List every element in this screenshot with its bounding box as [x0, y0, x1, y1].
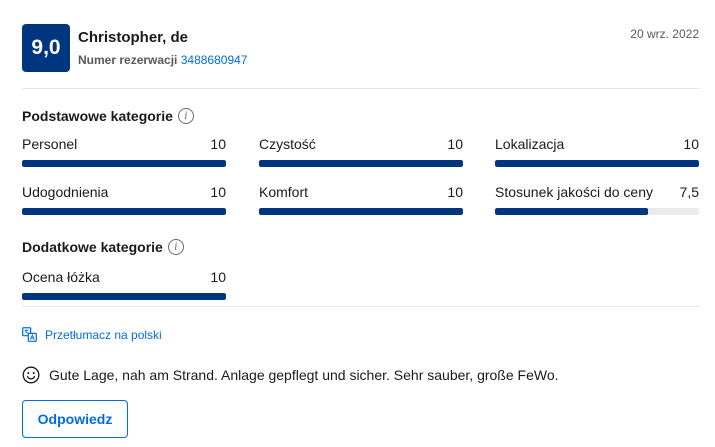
category-personel: Personel 10 [22, 136, 226, 167]
category-label: Lokalizacja [495, 136, 565, 152]
score-bar [259, 208, 463, 215]
category-label: Personel [22, 136, 78, 152]
category-udogodnienia: Udogodnienia 10 [22, 184, 226, 215]
category-stosunek-jakosci: Stosunek jakości do ceny 7,5 [495, 184, 699, 215]
booking-line: Numer rezerwacji 3488680947 [78, 53, 247, 67]
category-score: 10 [210, 269, 226, 285]
score-bar [259, 160, 463, 167]
smile-icon [22, 366, 40, 384]
translate-link[interactable]: Przetłumacz na polski [22, 327, 162, 342]
score-bar [22, 160, 226, 167]
info-icon[interactable]: i [177, 108, 194, 124]
reply-button[interactable]: Odpowiedz [22, 400, 128, 438]
category-score: 10 [683, 136, 699, 152]
score-bar [495, 160, 699, 167]
additional-categories-label: Dodatkowe kategorie [22, 239, 163, 255]
score-bar-fill [22, 160, 226, 167]
score-bar [22, 208, 226, 215]
reviewer-name: Christopher, de [78, 29, 189, 46]
category-label: Czystość [259, 136, 316, 152]
category-label: Komfort [259, 184, 309, 200]
booking-label: Numer rezerwacji [78, 53, 178, 67]
review-positive: Gute Lage, nah am Strand. Anlage gepfleg… [22, 366, 559, 384]
score-bar-fill [495, 160, 699, 167]
translate-icon [22, 327, 37, 342]
review-text: Gute Lage, nah am Strand. Anlage gepfleg… [49, 367, 559, 383]
category-lokalizacja: Lokalizacja 10 [495, 136, 699, 167]
category-label: Stosunek jakości do ceny [495, 184, 653, 200]
info-icon[interactable]: i [167, 239, 184, 255]
score-bar [495, 208, 699, 215]
review-date: 20 wrz. 2022 [630, 27, 699, 41]
category-label: Udogodnienia [22, 184, 109, 200]
basic-categories-label: Podstawowe kategorie [22, 108, 173, 124]
category-score: 10 [447, 184, 463, 200]
category-score: 7,5 [679, 184, 699, 200]
category-ocena-lozka: Ocena łóżka 10 [22, 269, 226, 300]
booking-number-link[interactable]: 3488680947 [181, 53, 248, 67]
category-label: Ocena łóżka [22, 269, 100, 285]
category-score: 10 [447, 136, 463, 152]
basic-categories-title: Podstawowe kategorie i [22, 108, 194, 124]
top-divider [22, 88, 700, 89]
category-score: 10 [210, 136, 226, 152]
category-komfort: Komfort 10 [259, 184, 463, 215]
bottom-divider [22, 306, 700, 307]
score-bar-fill [259, 160, 463, 167]
score-bar [22, 293, 226, 300]
score-bar-fill [22, 208, 226, 215]
score-badge: 9,0 [22, 24, 70, 72]
score-bar-fill [259, 208, 463, 215]
score-bar-fill [495, 208, 648, 215]
category-score: 10 [210, 184, 226, 200]
additional-categories-title: Dodatkowe kategorie i [22, 239, 184, 255]
category-czystosc: Czystość 10 [259, 136, 463, 167]
score-bar-fill [22, 293, 226, 300]
translate-link-label: Przetłumacz na polski [45, 327, 162, 342]
